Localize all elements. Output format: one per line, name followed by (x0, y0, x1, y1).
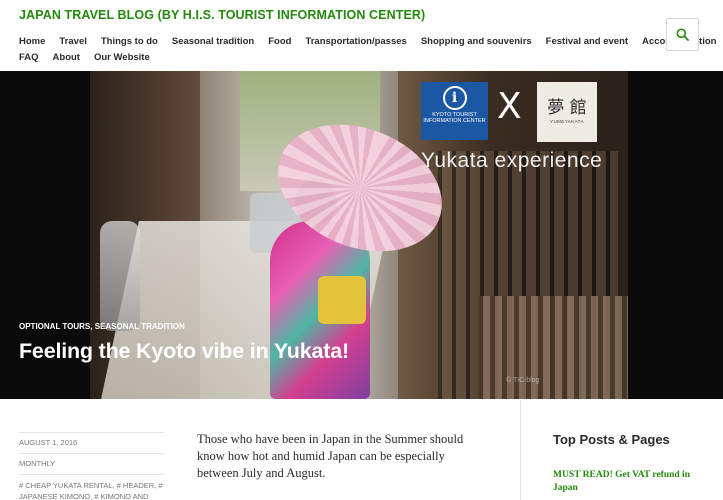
collab-x-mark: X (497, 86, 522, 127)
nav-item-our-website[interactable]: Our Website (94, 52, 150, 63)
nav-item-festival[interactable]: Festival and event (546, 36, 628, 47)
post-categories[interactable]: OPTIONAL TOURS, SEASONAL TRADITION (19, 322, 185, 331)
yukata-experience-overlay: Yukata experience (421, 149, 603, 172)
info-icon: i (442, 86, 467, 110)
entry-meta: AUGUST 1, 2016 MONTHLY # CHEAP YUKATA RE… (19, 432, 164, 500)
post-intro-paragraph: Those who have been in Japan in the Summ… (197, 432, 464, 480)
post-author[interactable]: MONTHLY (19, 454, 164, 474)
site-title[interactable]: JAPAN TRAVEL BLOG (BY H.I.S. TOURIST INF… (19, 8, 425, 22)
yumeyakata-logo: 夢 館 YUMEYAKATA (537, 82, 597, 142)
post-date[interactable]: AUGUST 1, 2016 (19, 433, 164, 453)
nav-item-shopping[interactable]: Shopping and souvenirs (421, 36, 532, 47)
featured-post-hero[interactable]: © TIC blog i KYOTO TOURIST INFORMATION C… (0, 71, 723, 399)
sidebar-divider (520, 400, 521, 500)
nav-item-things-to-do[interactable]: Things to do (101, 36, 158, 47)
nav-row-2: FAQ About Our Website (19, 49, 659, 65)
search-icon (676, 28, 689, 41)
nav-item-faq[interactable]: FAQ (19, 52, 39, 63)
nav-item-food[interactable]: Food (268, 36, 291, 47)
main-navigation: Home Travel Things to do Seasonal tradit… (19, 33, 716, 65)
post-tags[interactable]: # CHEAP YUKATA RENTAL, # HEADER, # JAPAN… (19, 475, 164, 500)
search-button[interactable] (666, 18, 699, 51)
post-title[interactable]: Feeling the Kyoto vibe in Yukata! (19, 339, 349, 364)
nav-item-seasonal-tradition[interactable]: Seasonal tradition (172, 36, 254, 47)
yumeyakata-label: YUMEYAKATA (550, 119, 584, 124)
yumeyakata-kanji: 夢 館 (547, 98, 587, 118)
top-post-link[interactable]: MUST READ! Get VAT refund in Japan (553, 469, 713, 495)
nav-item-travel[interactable]: Travel (59, 36, 86, 47)
nav-item-about[interactable]: About (53, 52, 80, 63)
nav-row-1: Home Travel Things to do Seasonal tradit… (19, 33, 716, 49)
kyoto-tic-logo: i KYOTO TOURIST INFORMATION CENTER (421, 82, 488, 140)
nav-item-transportation[interactable]: Transportation/passes (305, 36, 406, 47)
top-posts-widget-title: Top Posts & Pages (553, 432, 670, 447)
nav-item-home[interactable]: Home (19, 36, 45, 47)
photo-watermark: © TIC blog (506, 377, 540, 384)
kyoto-tic-logo-text: KYOTO TOURIST INFORMATION CENTER (423, 112, 486, 124)
